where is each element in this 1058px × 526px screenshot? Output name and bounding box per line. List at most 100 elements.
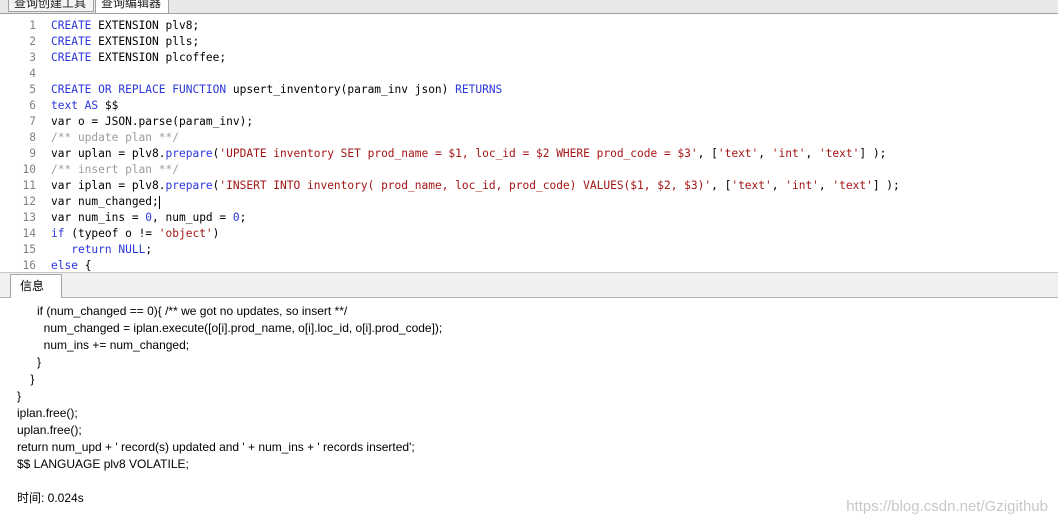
line-number: 11 (22, 179, 36, 192)
code-token: , [ (711, 179, 732, 192)
line-number: 1 (29, 19, 36, 32)
code-line[interactable]: 9 var uplan = plv8.prepare('UPDATE invent… (10, 146, 1058, 162)
code-token: upsert_inventory(param_inv json) (226, 83, 456, 96)
code-token: , [ (697, 147, 718, 160)
code-token: , (771, 179, 786, 192)
code-token: , num_upd = (152, 211, 233, 224)
line-number: 15 (22, 243, 36, 256)
tab-query-editor[interactable]: 查询编辑器 (95, 0, 169, 13)
code-line[interactable]: 2 CREATE EXTENSION plls; (10, 34, 1058, 50)
line-number: 7 (29, 115, 36, 128)
output-line: } (17, 389, 22, 403)
code-token: 'text' (832, 179, 873, 192)
code-line[interactable]: 10 /** insert plan **/ (10, 162, 1058, 178)
info-output-panel: if (num_changed == 0){ /** we got no upd… (0, 298, 1058, 526)
code-token: ; (145, 243, 153, 256)
output-line: num_changed = iplan.execute([o[i].prod_n… (17, 321, 443, 335)
code-line[interactable]: 6 text AS $$ (10, 98, 1058, 114)
code-token: ; (239, 211, 247, 224)
code-token: 0 (232, 211, 240, 224)
output-line: if (num_changed == 0){ /** we got no upd… (17, 304, 348, 318)
code-token: $$ (98, 99, 119, 112)
code-token: EXTENSION plls; (91, 35, 200, 48)
code-line[interactable]: 12 var num_changed; (10, 194, 1058, 210)
output-line: } (17, 372, 35, 386)
line-number: 10 (22, 163, 36, 176)
code-token: CREATE OR REPLACE FUNCTION (51, 83, 227, 96)
code-token: if (51, 227, 65, 240)
code-line[interactable]: 3 CREATE EXTENSION plcoffee; (10, 50, 1058, 66)
line-number: 16 (22, 259, 36, 272)
code-token: var iplan = plv8. (51, 179, 166, 192)
code-token: 'object' (158, 227, 213, 240)
top-tab-strip: 查询创建工具 查询编辑器 (0, 0, 1058, 14)
line-number: 13 (22, 211, 36, 224)
line-number: 5 (29, 83, 36, 96)
code-token: (typeof o != (64, 227, 159, 240)
line-number: 9 (29, 147, 36, 160)
code-token: ] ); (859, 147, 887, 160)
code-token: 'text' (731, 179, 772, 192)
line-number: 8 (29, 131, 36, 144)
code-token: EXTENSION plv8; (91, 19, 200, 32)
code-token: 'text' (717, 147, 759, 160)
code-token: CREATE (51, 35, 92, 48)
sql-code-editor[interactable]: 1 CREATE EXTENSION plv8; 2 CREATE EXTENSION… (10, 14, 1058, 272)
code-token: 'int' (771, 147, 806, 160)
code-token: , (758, 147, 772, 160)
code-line[interactable]: 7 var o = JSON.parse(param_inv); (10, 114, 1058, 130)
code-token: text AS (51, 99, 99, 112)
code-line[interactable]: 1 CREATE EXTENSION plv8; (10, 18, 1058, 34)
watermark: https://blog.csdn.net/Gzigithub (846, 498, 1048, 515)
output-line: } (17, 355, 42, 369)
code-token: var o = JSON.parse(param_inv); (51, 115, 254, 128)
output-line: $$ LANGUAGE plv8 VOLATILE; (17, 457, 189, 471)
result-tab-bar: 信息 (0, 272, 1058, 299)
output-line: iplan.free(); (17, 406, 78, 420)
code-token: var num_changed; (51, 195, 159, 208)
code-token: return NULL (71, 243, 146, 256)
code-line[interactable]: 4 (10, 66, 1058, 82)
code-token: CREATE (51, 19, 92, 32)
line-number: 12 (22, 195, 36, 208)
code-token: RETURNS (455, 83, 503, 96)
code-token: { (77, 259, 92, 272)
output-line: uplan.free(); (17, 423, 82, 437)
code-token: var uplan = plv8. (51, 147, 166, 160)
output-line: num_ins += num_changed; (17, 338, 190, 352)
line-number: 6 (29, 99, 36, 112)
code-token: EXTENSION plcoffee; (91, 51, 227, 64)
code-token: prepare (165, 147, 213, 160)
line-number: 14 (22, 227, 36, 240)
output-line: return num_upd + ' record(s) updated and… (17, 440, 415, 454)
code-token: var num_ins = (51, 211, 146, 224)
code-line[interactable]: 13 var num_ins = 0, num_upd = 0; (10, 210, 1058, 226)
code-line[interactable]: 16 else { (10, 258, 1058, 272)
tab-info[interactable]: 信息 (10, 274, 62, 299)
code-token: ] ); (872, 179, 900, 192)
text-caret (158, 195, 160, 209)
code-line[interactable]: 14 if (typeof o != 'object') (10, 226, 1058, 242)
code-token: /** insert plan **/ (51, 163, 179, 176)
line-number: 4 (29, 67, 36, 80)
code-token: , (805, 147, 819, 160)
code-line[interactable]: 15 return NULL; (10, 242, 1058, 258)
code-token: 'int' (785, 179, 819, 192)
code-line[interactable]: 11 var iplan = plv8.prepare('INSERT INTO … (10, 178, 1058, 194)
line-number: 3 (29, 51, 36, 64)
code-token: 'text' (818, 147, 860, 160)
code-line[interactable]: 8 /** update plan **/ (10, 130, 1058, 146)
output-line: 时间: 0.024s (17, 491, 84, 505)
code-token: CREATE (51, 51, 92, 64)
code-line[interactable]: 5 CREATE OR REPLACE FUNCTION upsert_inven… (10, 82, 1058, 98)
line-number: 2 (29, 35, 36, 48)
code-token: /** update plan **/ (51, 131, 179, 144)
tab-query-builder[interactable]: 查询创建工具 (8, 0, 94, 12)
code-token: ) (212, 227, 220, 240)
code-token: 'UPDATE inventory SET prod_name = $1, lo… (219, 147, 698, 160)
code-token: 'INSERT INTO inventory( prod_name, loc_i… (219, 179, 712, 192)
code-token: , (818, 179, 833, 192)
code-token: else (51, 259, 78, 272)
code-token: prepare (165, 179, 213, 192)
